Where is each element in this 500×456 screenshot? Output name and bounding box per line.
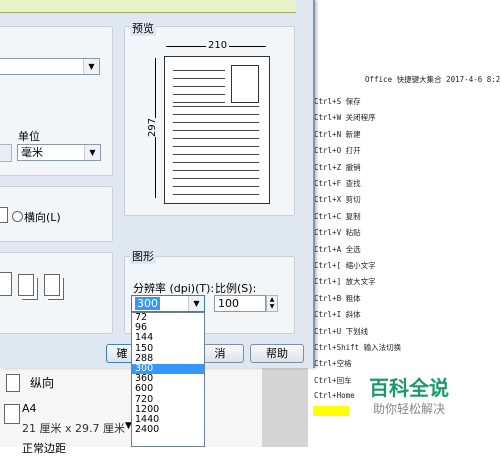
resolution-dropdown-list[interactable]: 72 96 144 150 288 300 360 600 720 1200 1440 2400 <box>131 312 205 447</box>
multi-page-icon-1[interactable] <box>0 272 12 296</box>
chevron-down-icon: ▼ <box>84 145 100 160</box>
document-line: Ctrl+Z 撤销 <box>314 162 361 172</box>
ok-label: 確 <box>116 347 128 360</box>
chevron-down-icon: ▼ <box>83 59 99 74</box>
landscape-icon <box>0 207 8 223</box>
scale-label: 比例(S): <box>215 282 257 295</box>
document-line: Ctrl+B 粗体 <box>314 293 361 303</box>
preview-line <box>173 162 259 163</box>
landscape-radio[interactable] <box>12 211 23 222</box>
preview-line <box>173 78 225 79</box>
document-line: Ctrl+空格 <box>314 359 352 369</box>
multi-page-icon-2[interactable] <box>18 274 34 296</box>
unit-select[interactable]: 毫米 ▼ <box>17 144 101 161</box>
document-line: Ctrl+Shift 输入法切换 <box>314 343 402 352</box>
document-line: Ctrl+W 关闭程序 <box>314 113 376 123</box>
preview-line <box>173 70 225 71</box>
preview-line <box>173 154 259 155</box>
preview-line <box>173 178 259 179</box>
preview-title: 预览 <box>130 20 156 36</box>
help-button[interactable]: 帮助 <box>250 344 304 363</box>
scale-spinner[interactable]: ▲ ▼ <box>266 295 278 312</box>
watermark-slogan: 助你轻松解决 <box>373 402 446 416</box>
resolution-select[interactable]: 300 ▼ <box>131 295 205 312</box>
dropdown-option[interactable]: 600 <box>132 384 204 394</box>
paper-label[interactable]: A4 <box>22 402 37 415</box>
preview-line <box>173 106 259 107</box>
preview-line <box>173 170 259 171</box>
preview-line <box>173 94 225 95</box>
dialog-top-strip <box>0 0 296 13</box>
document-line: Ctrl+X 剪切 <box>314 195 361 205</box>
scale-value: 100 <box>218 297 239 310</box>
paper-size-label: 21 厘米 x 29.7 厘米 <box>22 422 125 435</box>
unit-value: 毫米 <box>21 146 43 159</box>
preview-line <box>173 130 259 131</box>
document-header: Office 快捷键大集合 2017-4-6 8:25:06 <box>365 75 500 84</box>
preview-line <box>173 146 259 147</box>
landscape-label[interactable]: 横向(L) <box>24 209 61 225</box>
watermark-brand: 百科全说 <box>369 376 449 400</box>
unit-label: 单位 <box>18 130 40 143</box>
preview-line <box>173 186 259 187</box>
document-line: Ctrl+[ 缩小文字 <box>314 261 376 270</box>
margins-label[interactable]: 正常边距 <box>22 440 66 456</box>
document-line: Ctrl+C 复制 <box>314 211 361 221</box>
preview-line <box>173 86 225 87</box>
preview-line <box>173 114 259 115</box>
document-line: Ctrl+] 放大文字 <box>314 277 376 287</box>
help-label: 帮助 <box>266 347 288 360</box>
document-line: Ctrl+N 新建 <box>314 129 361 139</box>
preview-line <box>173 194 259 195</box>
preview-width-label: 210 <box>206 40 230 51</box>
cancel-label: 消 <box>214 347 226 360</box>
preview-line <box>173 138 259 139</box>
scale-input[interactable]: 100 <box>214 295 266 312</box>
portrait-icon <box>6 374 20 392</box>
portrait-label[interactable]: 纵向 <box>30 374 54 391</box>
resolution-label: 分辨率 (dpi)(T): <box>133 282 215 295</box>
preview-image-box <box>231 65 259 103</box>
document-line: Ctrl+I 斜体 <box>314 310 361 320</box>
preview-height-label: 297 <box>147 117 159 138</box>
document-line: Ctrl+O 打开 <box>314 146 361 156</box>
chevron-down-icon: ▼ <box>188 296 204 311</box>
highlight <box>313 406 349 416</box>
document-line: Ctrl+回车 <box>314 375 352 385</box>
resolution-value: 300 <box>135 297 160 310</box>
document-line: Ctrl+U 下划线 <box>314 326 369 336</box>
document-line: Ctrl+V 粘贴 <box>314 228 361 238</box>
paper-icon <box>4 404 20 424</box>
paper-size-select[interactable]: ▼ <box>0 58 100 75</box>
graphics-title: 图形 <box>130 248 156 264</box>
multi-page-icon-3[interactable] <box>44 274 60 296</box>
unit-spinner[interactable] <box>0 144 12 162</box>
document-line: Ctrl+F 查找 <box>314 179 361 188</box>
document-line: Ctrl+S 保存 <box>314 97 361 106</box>
preview-line <box>173 102 225 103</box>
document-line: Ctrl+Home <box>314 391 355 401</box>
dropdown-option[interactable]: 2400 <box>132 424 204 435</box>
preview-line <box>173 122 259 123</box>
document-line: Ctrl+A 全选 <box>314 244 361 254</box>
